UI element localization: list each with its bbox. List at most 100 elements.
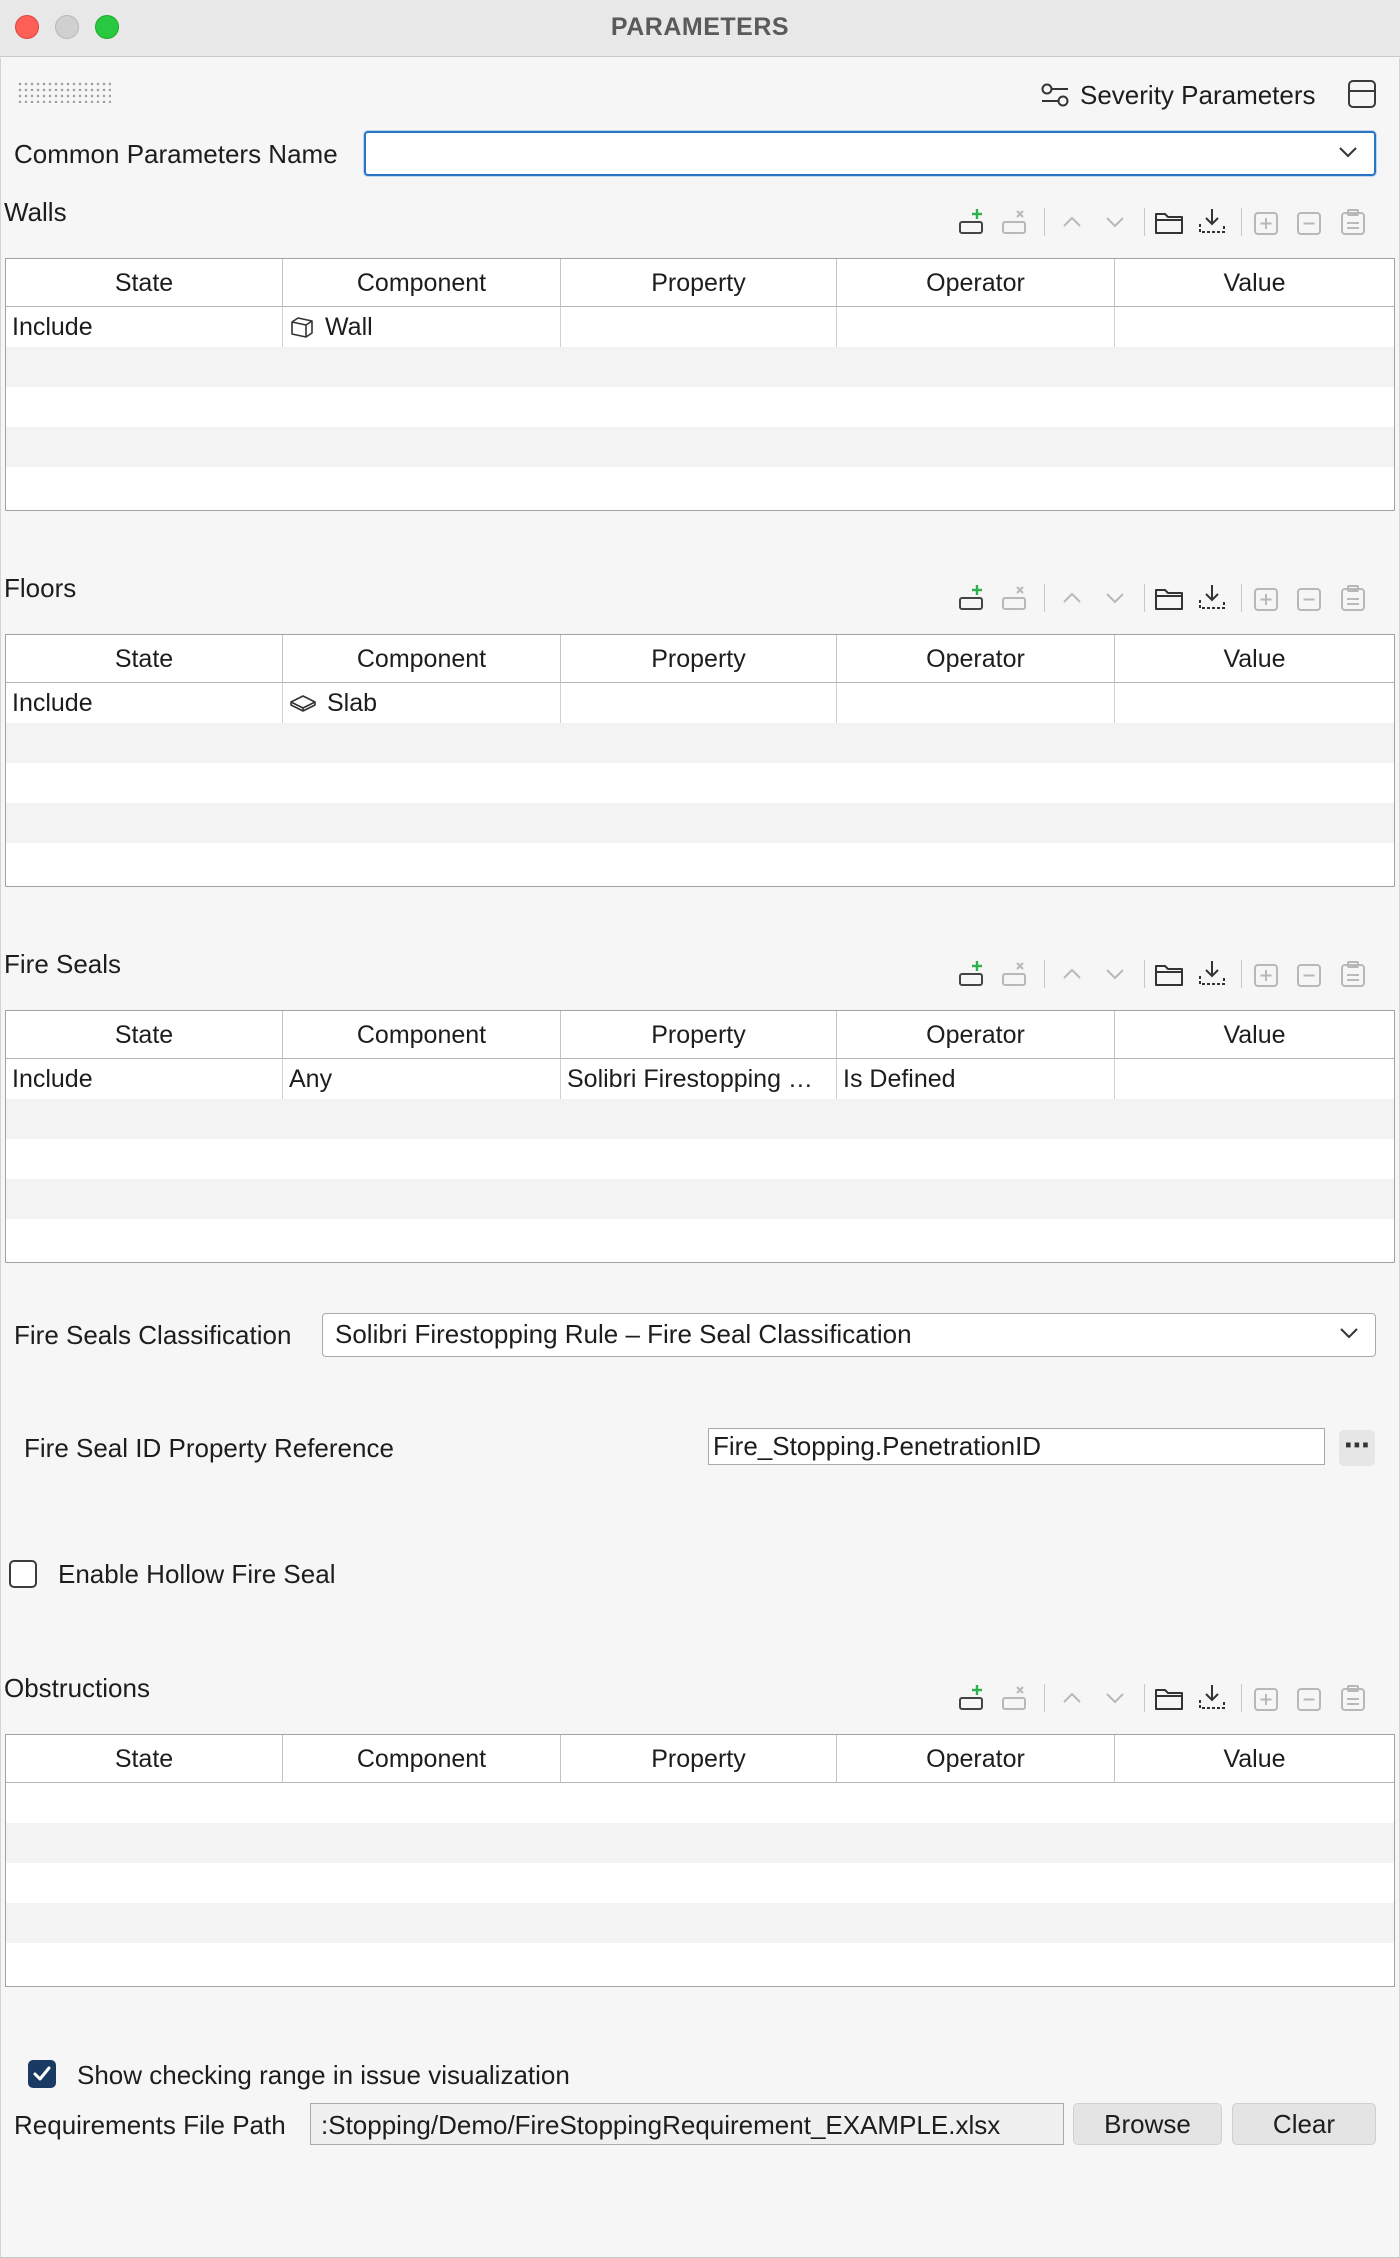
slab-icon: [290, 695, 316, 712]
column-header-state[interactable]: State: [6, 259, 283, 307]
fire-seals-section-title: Fire Seals: [4, 949, 122, 979]
column-header-value[interactable]: Value: [1115, 1011, 1394, 1059]
cell-property[interactable]: Solibri Firestopping …: [561, 1059, 837, 1099]
column-header-state[interactable]: State: [6, 635, 283, 683]
column-header-component[interactable]: Component: [283, 1735, 561, 1783]
move-up-icon[interactable]: [1055, 1680, 1089, 1716]
remove-group-icon[interactable]: [1292, 1680, 1326, 1716]
clipboard-icon[interactable]: [1336, 580, 1370, 616]
column-header-state[interactable]: State: [6, 1011, 283, 1059]
open-folder-icon[interactable]: [1152, 204, 1186, 240]
column-header-property[interactable]: Property: [561, 259, 837, 307]
column-header-component[interactable]: Component: [283, 1011, 561, 1059]
import-icon[interactable]: [1195, 204, 1229, 240]
move-up-icon[interactable]: [1055, 580, 1089, 616]
add-group-icon[interactable]: [1249, 580, 1283, 616]
add-row-icon[interactable]: [955, 1680, 989, 1716]
add-group-icon[interactable]: [1249, 204, 1283, 240]
enable-hollow-fire-seal-label: Enable Hollow Fire Seal: [58, 1559, 336, 1589]
move-down-icon[interactable]: [1098, 580, 1132, 616]
sliders-icon: [1041, 83, 1069, 107]
open-folder-icon[interactable]: [1152, 956, 1186, 992]
fire-seal-id-input[interactable]: Fire_Stopping.PenetrationID: [708, 1428, 1325, 1465]
severity-parameters-button[interactable]: Severity Parameters: [1040, 78, 1316, 112]
walls-table: State Component Property Operator Value …: [5, 258, 1395, 511]
fire-seal-id-browse-button[interactable]: ⋯: [1339, 1430, 1375, 1466]
table-header: State Component Property Operator Value: [6, 1011, 1394, 1059]
enable-hollow-fire-seal-checkbox[interactable]: [9, 1560, 37, 1588]
obstructions-section-title: Obstructions: [4, 1673, 150, 1703]
floors-toolbar: [955, 580, 1385, 616]
column-header-operator[interactable]: Operator: [837, 1011, 1115, 1059]
column-header-component[interactable]: Component: [283, 635, 561, 683]
move-up-icon[interactable]: [1055, 956, 1089, 992]
checkmark-icon: [33, 2066, 51, 2081]
cell-property[interactable]: [561, 307, 837, 347]
table-row[interactable]: Include Wall: [6, 307, 1394, 347]
cell-state[interactable]: Include: [6, 307, 283, 347]
column-header-property[interactable]: Property: [561, 1735, 837, 1783]
import-icon[interactable]: [1195, 1680, 1229, 1716]
add-group-icon[interactable]: [1249, 1680, 1283, 1716]
clipboard-icon[interactable]: [1336, 1680, 1370, 1716]
column-header-operator[interactable]: Operator: [837, 1735, 1115, 1783]
show-checking-range-label: Show checking range in issue visualizati…: [77, 2060, 570, 2090]
walls-section-title: Walls: [4, 197, 67, 227]
remove-group-icon[interactable]: [1292, 204, 1326, 240]
table-row[interactable]: Include Slab: [6, 683, 1394, 723]
remove-row-icon[interactable]: [998, 580, 1032, 616]
add-group-icon[interactable]: [1249, 956, 1283, 992]
clipboard-icon[interactable]: [1336, 956, 1370, 992]
remove-group-icon[interactable]: [1292, 956, 1326, 992]
clipboard-icon[interactable]: [1336, 204, 1370, 240]
column-header-operator[interactable]: Operator: [837, 259, 1115, 307]
cell-operator[interactable]: [837, 307, 1115, 347]
cell-operator[interactable]: [837, 683, 1115, 723]
requirements-file-path-input[interactable]: :Stopping/Demo/FireStoppingRequirement_E…: [310, 2103, 1064, 2145]
show-checking-range-checkbox[interactable]: [28, 2060, 56, 2088]
remove-row-icon[interactable]: [998, 1680, 1032, 1716]
fire-seals-classification-value: Solibri Firestopping Rule – Fire Seal Cl…: [335, 1319, 912, 1349]
severity-parameters-label: Severity Parameters: [1080, 79, 1316, 110]
import-icon[interactable]: [1195, 580, 1229, 616]
open-folder-icon[interactable]: [1152, 1680, 1186, 1716]
move-down-icon[interactable]: [1098, 956, 1132, 992]
cell-state[interactable]: Include: [6, 683, 283, 723]
column-header-value[interactable]: Value: [1115, 1735, 1394, 1783]
table-row[interactable]: Include Any Solibri Firestopping … Is De…: [6, 1059, 1394, 1099]
cell-state[interactable]: Include: [6, 1059, 283, 1099]
move-down-icon[interactable]: [1098, 1680, 1132, 1716]
cell-component[interactable]: Any: [283, 1059, 561, 1099]
remove-row-icon[interactable]: [998, 956, 1032, 992]
cell-property[interactable]: [561, 683, 837, 723]
cell-value[interactable]: [1115, 1059, 1394, 1099]
add-row-icon[interactable]: [955, 956, 989, 992]
cell-value[interactable]: [1115, 307, 1394, 347]
remove-row-icon[interactable]: [998, 204, 1032, 240]
cell-operator[interactable]: Is Defined: [837, 1059, 1115, 1099]
move-down-icon[interactable]: [1098, 204, 1132, 240]
column-header-property[interactable]: Property: [561, 1011, 837, 1059]
column-header-property[interactable]: Property: [561, 635, 837, 683]
import-icon[interactable]: [1195, 956, 1229, 992]
cell-value[interactable]: [1115, 683, 1394, 723]
common-parameters-name-combo[interactable]: [364, 131, 1376, 176]
move-up-icon[interactable]: [1055, 204, 1089, 240]
open-folder-icon[interactable]: [1152, 580, 1186, 616]
drag-handle-icon[interactable]: [17, 81, 111, 103]
fire-seals-classification-combo[interactable]: Solibri Firestopping Rule – Fire Seal Cl…: [322, 1313, 1376, 1357]
column-header-state[interactable]: State: [6, 1735, 283, 1783]
browse-button[interactable]: Browse: [1073, 2103, 1222, 2145]
add-row-icon[interactable]: [955, 204, 989, 240]
column-header-value[interactable]: Value: [1115, 635, 1394, 683]
cell-component[interactable]: Wall: [283, 307, 561, 347]
column-header-operator[interactable]: Operator: [837, 635, 1115, 683]
cell-component[interactable]: Slab: [283, 683, 561, 723]
remove-group-icon[interactable]: [1292, 580, 1326, 616]
panel-layout-icon[interactable]: [1348, 80, 1376, 108]
column-header-value[interactable]: Value: [1115, 259, 1394, 307]
floors-section-title: Floors: [4, 573, 77, 603]
clear-button[interactable]: Clear: [1232, 2103, 1376, 2145]
add-row-icon[interactable]: [955, 580, 989, 616]
column-header-component[interactable]: Component: [283, 259, 561, 307]
